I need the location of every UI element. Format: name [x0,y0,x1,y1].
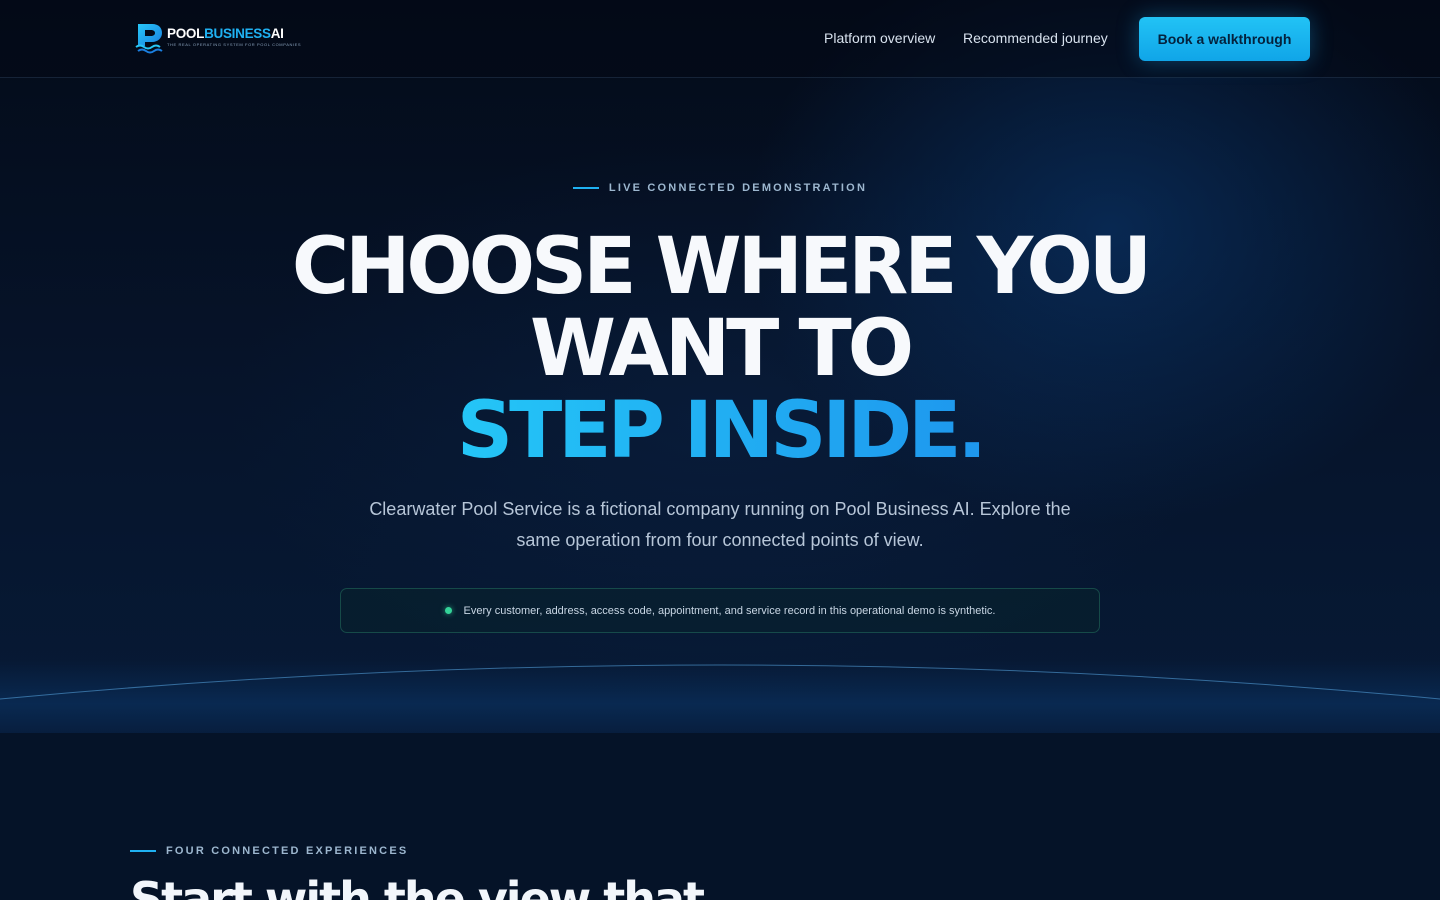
logo-text: POOLBUSINESSAI THE REAL OPERATING SYSTEM… [167,26,301,47]
headline-line-2: WANT TO [529,304,914,394]
brand-logo[interactable]: POOLBUSINESSAI THE REAL OPERATING SYSTEM… [135,22,301,54]
headline-line-1: CHOOSE WHERE YOU [291,222,1152,312]
section-title: Start with the view that [130,872,705,900]
logo-mark-icon [135,24,163,54]
notice-text: Every customer, address, access code, ap… [463,604,996,617]
logo-word-pool: POOL [167,25,205,41]
eyebrow-line [572,187,599,189]
hero-eyebrow: LIVE CONNECTED DEMONSTRATION [0,182,1440,194]
logo-word-business: BUSINESS [204,25,271,41]
nav-link-recommended-journey[interactable]: Recommended journey [963,30,1108,46]
section-eyebrow-text: FOUR CONNECTED EXPERIENCES [166,845,409,857]
hero-subtitle: Clearwater Pool Service is a fictional c… [369,499,1071,550]
nav-link-platform-overview[interactable]: Platform overview [824,30,935,46]
top-nav: POOLBUSINESSAI THE REAL OPERATING SYSTEM… [0,0,1440,78]
section-eyebrow: FOUR CONNECTED EXPERIENCES [130,845,408,857]
logo-word-ai: AI [270,25,284,41]
synthetic-data-notice: Every customer, address, access code, ap… [340,588,1100,633]
book-walkthrough-button[interactable]: Book a walkthrough [1139,17,1310,61]
status-dot-icon [444,607,452,614]
horizon-arc [0,664,1440,700]
hero-headline: CHOOSE WHERE YOU WANT TO STEP INSIDE. [0,226,1440,472]
logo-tagline: THE REAL OPERATING SYSTEM FOR POOL COMPA… [167,41,302,47]
headline-accent: STEP INSIDE. [456,386,987,476]
eyebrow-line [130,850,156,852]
logo-wordmark: POOLBUSINESSAI [167,26,301,41]
hero-eyebrow-text: LIVE CONNECTED DEMONSTRATION [608,182,868,194]
